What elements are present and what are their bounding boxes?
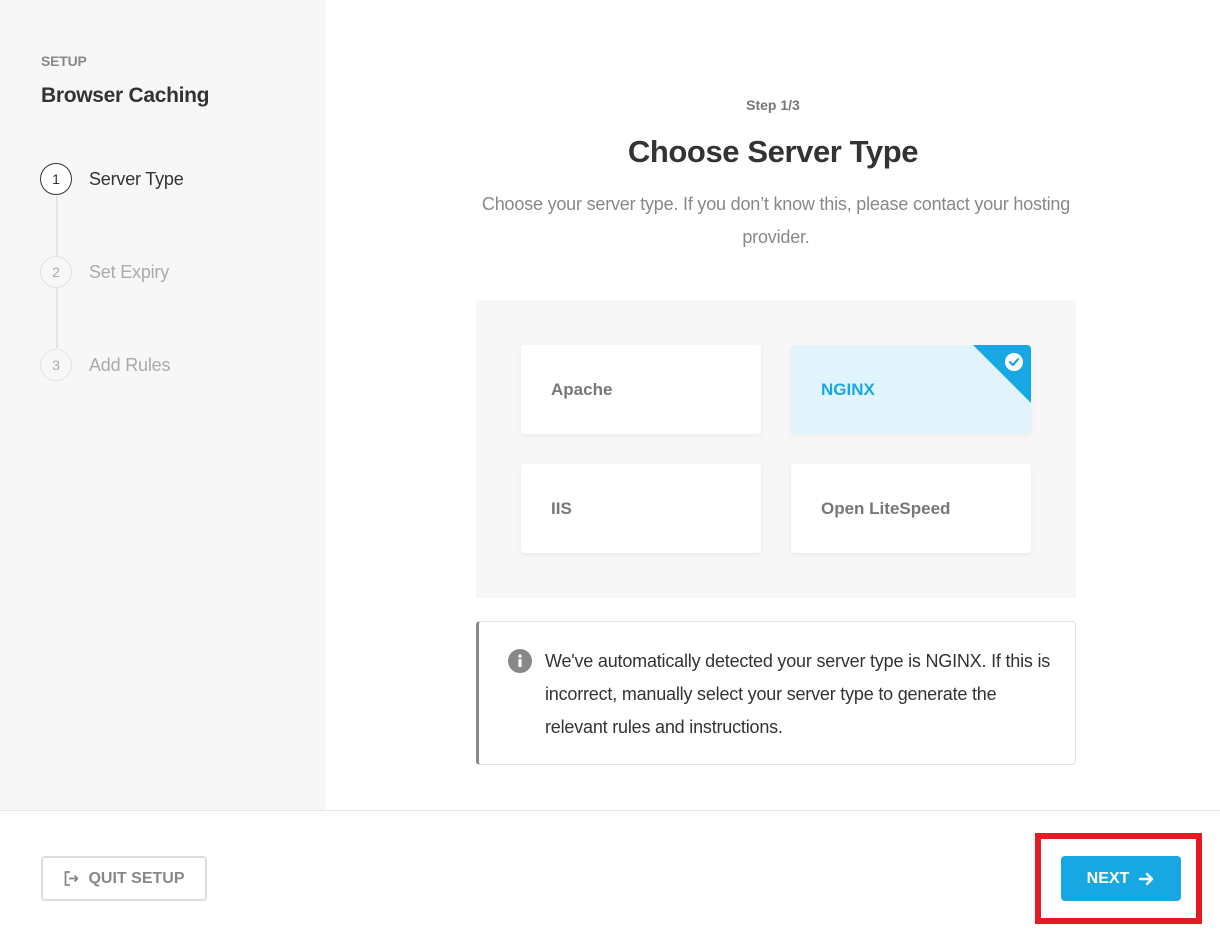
quit-setup-button[interactable]: QUIT SETUP bbox=[41, 856, 207, 901]
info-icon bbox=[508, 649, 532, 673]
step-server-type[interactable]: 1 Server Type bbox=[40, 162, 184, 196]
option-label: IIS bbox=[551, 498, 572, 518]
option-label: Apache bbox=[551, 379, 613, 399]
option-label: Open LiteSpeed bbox=[821, 498, 951, 518]
server-type-options: Apache NGINX IIS Open LiteSpeed bbox=[476, 300, 1076, 598]
setup-title: Browser Caching bbox=[41, 84, 210, 107]
step-add-rules[interactable]: 3 Add Rules bbox=[40, 348, 170, 382]
step-number: 1 bbox=[40, 163, 72, 195]
next-button[interactable]: NEXT bbox=[1061, 856, 1181, 901]
step-set-expiry[interactable]: 2 Set Expiry bbox=[40, 255, 169, 289]
option-iis[interactable]: IIS bbox=[521, 464, 761, 553]
setup-label: SETUP bbox=[41, 53, 87, 69]
arrow-right-icon bbox=[1139, 872, 1154, 885]
notice-text: We've automatically detected your server… bbox=[545, 651, 1051, 737]
step-label: Server Type bbox=[89, 168, 184, 189]
main-content: Step 1/3 Choose Server Type Choose your … bbox=[326, 0, 1220, 810]
detection-notice: We've automatically detected your server… bbox=[476, 621, 1076, 765]
page-title: Choose Server Type bbox=[627, 134, 919, 169]
quit-setup-label: QUIT SETUP bbox=[88, 869, 185, 887]
option-open-litespeed[interactable]: Open LiteSpeed bbox=[791, 464, 1031, 553]
step-number: 2 bbox=[40, 256, 72, 288]
option-nginx[interactable]: NGINX bbox=[791, 345, 1031, 434]
check-circle-icon bbox=[1005, 353, 1023, 371]
exit-icon bbox=[65, 871, 79, 886]
step-label: Add Rules bbox=[89, 354, 171, 375]
step-number: 3 bbox=[40, 349, 72, 381]
step-indicator: Step 1/3 bbox=[746, 97, 800, 113]
option-apache[interactable]: Apache bbox=[521, 345, 761, 434]
sidebar: SETUP Browser Caching 1 Server Type 2 Se… bbox=[0, 0, 326, 810]
option-label: NGINX bbox=[821, 379, 875, 399]
page-description: Choose your server type. If you don’t kn… bbox=[481, 194, 1071, 247]
next-label: NEXT bbox=[1086, 869, 1130, 887]
step-label: Set Expiry bbox=[89, 261, 170, 282]
footer: QUIT SETUP NEXT bbox=[0, 810, 1220, 947]
